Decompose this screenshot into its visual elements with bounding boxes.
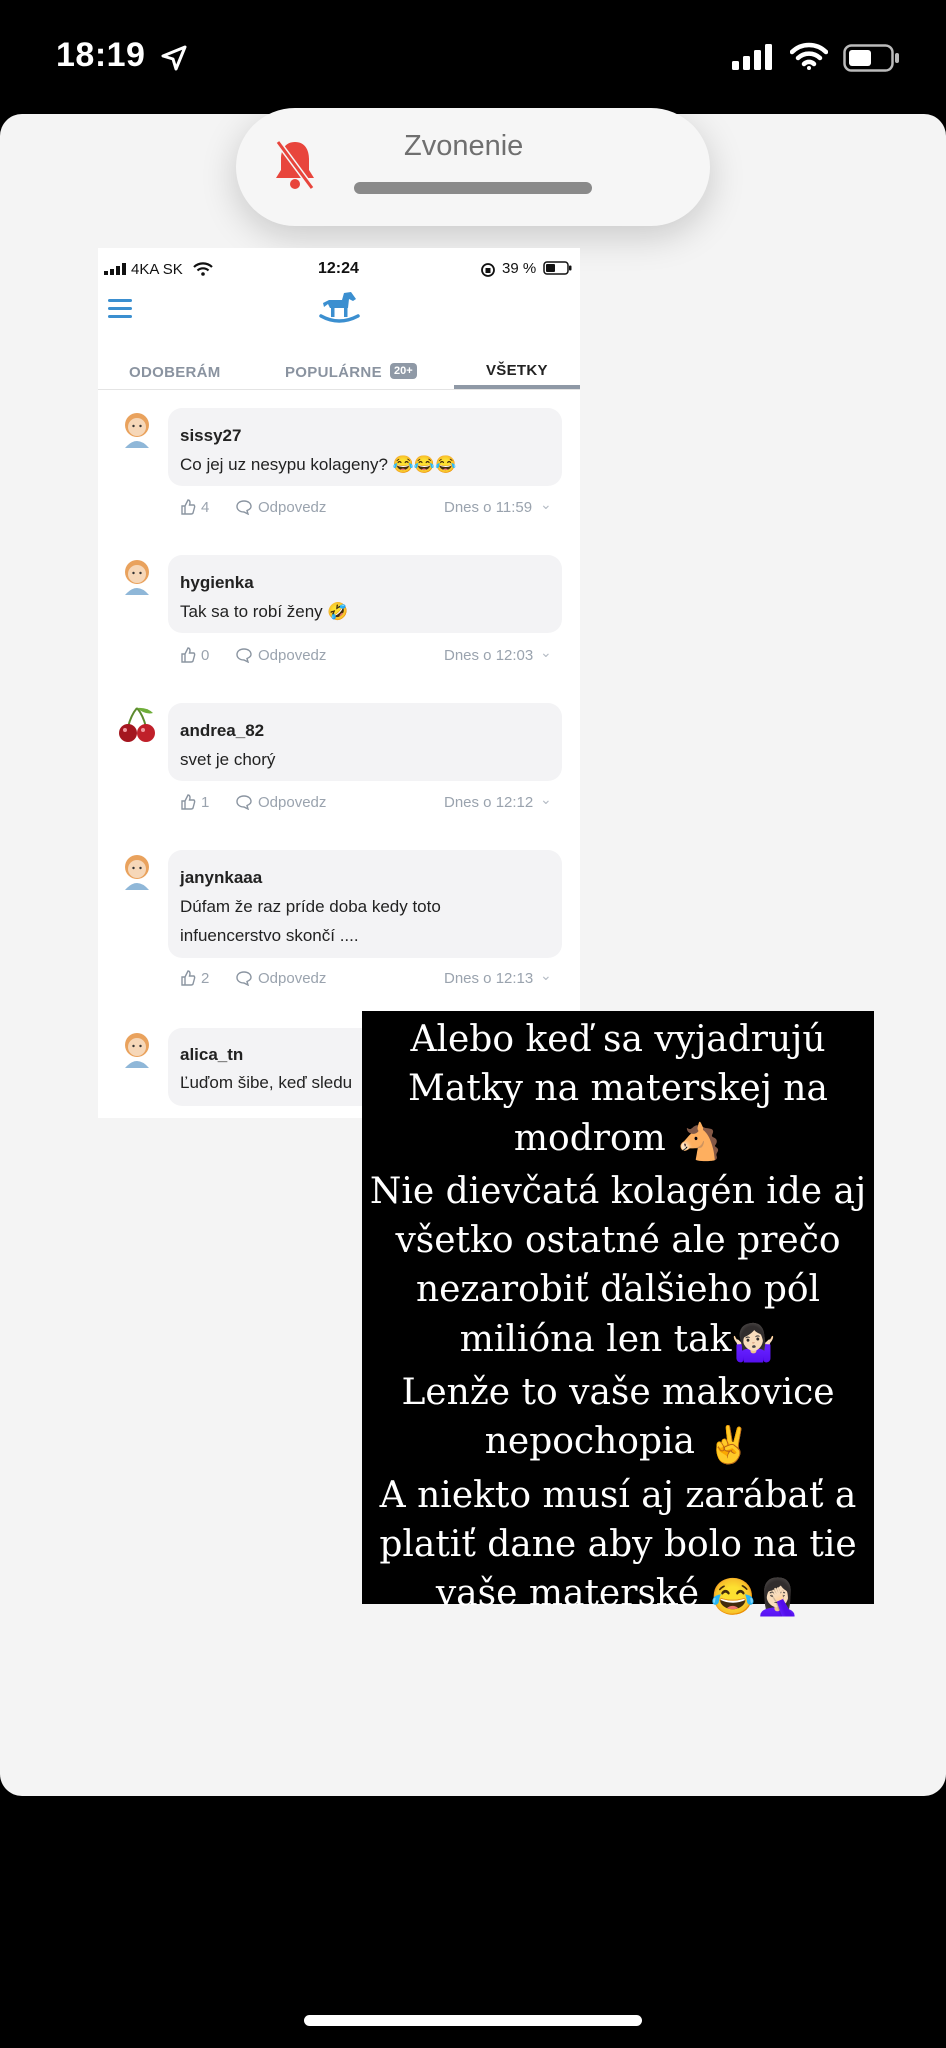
avatar bbox=[125, 413, 149, 448]
story-line: Alebo keď sa vyjadrujú bbox=[410, 1019, 826, 1060]
rotation-lock-icon bbox=[481, 263, 495, 277]
like-count: 4 bbox=[201, 499, 210, 516]
bell-muted-icon bbox=[275, 140, 315, 190]
ringer-label: Zvonenie bbox=[404, 130, 524, 162]
like-count: 0 bbox=[201, 647, 210, 664]
laughing-emoji: 😂😂😂 bbox=[392, 455, 457, 474]
chevron-down-icon[interactable]: ⌄ bbox=[540, 967, 552, 984]
comment-username[interactable]: janynkaaa bbox=[180, 868, 262, 888]
cherry-avatar bbox=[119, 707, 155, 742]
horse-emoji: 🐴 bbox=[677, 1121, 723, 1163]
thumbs-up-icon[interactable] bbox=[180, 499, 196, 515]
reply-link[interactable]: Odpovedz bbox=[258, 647, 326, 664]
story-line: nezarobiť ďalšieho pól bbox=[415, 1269, 821, 1311]
victory-hand-emoji: ✌️ bbox=[706, 1425, 752, 1467]
tab-vsetky[interactable]: VŠETKY bbox=[486, 362, 548, 379]
story-line: Nie dievčatá kolagén ide aj bbox=[369, 1170, 867, 1212]
signal-icon bbox=[732, 44, 772, 70]
wifi-icon bbox=[193, 262, 213, 276]
comment-time: Dnes o 12:13 bbox=[444, 970, 534, 987]
story-line: Lenže to vaše makovice bbox=[401, 1372, 835, 1414]
thumbs-up-icon[interactable] bbox=[180, 970, 196, 986]
laughing-emoji: 😂 bbox=[710, 1577, 756, 1619]
comment-text: Ľuďom šibe, keď sledu bbox=[180, 1073, 353, 1092]
rocking-horse-icon[interactable] bbox=[318, 290, 360, 326]
comment-time: Dnes o 12:03 bbox=[444, 647, 534, 664]
comment-time: Dnes o 12:12 bbox=[444, 794, 534, 811]
carrier-label: 4KA SK bbox=[131, 261, 183, 278]
facepalm-emoji: 🤦🏻‍♀️ bbox=[755, 1577, 801, 1619]
like-count: 1 bbox=[201, 794, 210, 811]
location-arrow-icon bbox=[161, 45, 187, 71]
divider bbox=[98, 389, 580, 390]
wifi-icon bbox=[790, 42, 828, 70]
tab-popularne[interactable]: POPULÁRNE bbox=[285, 364, 382, 381]
speech-bubble-icon bbox=[236, 500, 252, 515]
tab-odoberam[interactable]: ODOBERÁM bbox=[129, 364, 221, 381]
embedded-time: 12:24 bbox=[318, 260, 359, 277]
comment-username[interactable]: sissy27 bbox=[180, 426, 241, 446]
comment-username[interactable]: hygienka bbox=[180, 573, 254, 593]
status-time: 18:19 bbox=[56, 36, 146, 74]
speech-bubble-icon bbox=[236, 971, 252, 986]
thumbs-up-icon[interactable] bbox=[180, 794, 196, 810]
comment-username[interactable]: alica_tn bbox=[180, 1045, 243, 1065]
speech-bubble-icon bbox=[236, 648, 252, 663]
battery-percent: 39 % bbox=[502, 260, 537, 277]
story-line: Matky na materskej na bbox=[408, 1068, 828, 1110]
story-line: vaše materské 😂🤦🏻‍♀️ bbox=[362, 1569, 874, 1622]
reply-link[interactable]: Odpovedz bbox=[258, 794, 326, 811]
chevron-down-icon[interactable]: ⌄ bbox=[540, 791, 552, 808]
story-line: modrom 🐴 bbox=[362, 1114, 874, 1167]
story-line: platiť dane aby bolo na tie bbox=[379, 1523, 857, 1565]
comment-text: Tak sa to robí ženy 🤣 bbox=[180, 602, 349, 621]
wink-emoji: 🤣 bbox=[327, 602, 349, 621]
battery-icon bbox=[543, 261, 572, 275]
comment-time: Dnes o 11:59 bbox=[444, 499, 533, 516]
shrug-emoji: 🤷🏻‍♀️ bbox=[731, 1322, 777, 1364]
speech-bubble-icon bbox=[236, 795, 252, 810]
story-line: A niekto musí aj zarábať a bbox=[379, 1474, 857, 1516]
avatar bbox=[125, 560, 149, 595]
story-line: nepochopia ✌️ bbox=[362, 1417, 874, 1470]
comment-text-line2: infuencerstvo skončí .... bbox=[180, 926, 359, 945]
tab-badge: 20+ bbox=[390, 363, 417, 379]
comment-username[interactable]: andrea_82 bbox=[180, 721, 264, 741]
avatar bbox=[125, 855, 149, 890]
comment-text-line1: Dúfam že raz príde doba kedy toto bbox=[180, 897, 441, 916]
story-text-box: Alebo keď sa vyjadrujú Matky na materske… bbox=[362, 1011, 874, 1618]
story-line: milióna len tak🤷🏻‍♀️ bbox=[362, 1315, 874, 1368]
battery-icon bbox=[843, 44, 899, 72]
chevron-down-icon[interactable]: ⌄ bbox=[540, 496, 552, 513]
like-count: 2 bbox=[201, 970, 210, 987]
comment-text: Co jej uz nesypu kolageny? 😂😂😂 bbox=[180, 455, 457, 474]
avatar bbox=[125, 1033, 149, 1068]
reply-link[interactable]: Odpovedz bbox=[258, 970, 326, 987]
home-indicator[interactable] bbox=[304, 2015, 642, 2026]
chevron-down-icon[interactable]: ⌄ bbox=[540, 644, 552, 661]
thumbs-up-icon[interactable] bbox=[180, 647, 196, 663]
signal-icon bbox=[104, 263, 126, 275]
volume-bar bbox=[354, 182, 592, 194]
hamburger-icon[interactable] bbox=[108, 298, 134, 320]
reply-link[interactable]: Odpovedz bbox=[258, 499, 326, 516]
comment-text: svet je chorý bbox=[180, 750, 276, 769]
story-line: všetko ostatné ale prečo bbox=[395, 1220, 841, 1262]
